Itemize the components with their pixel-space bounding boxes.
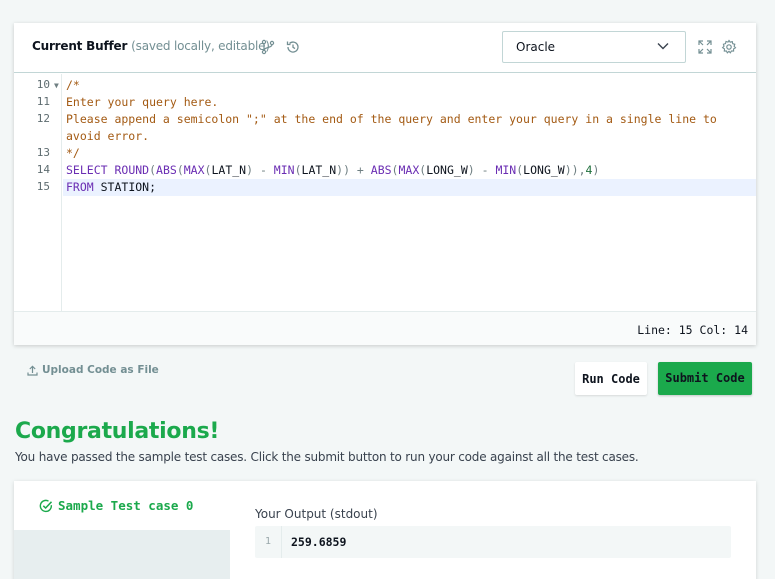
editor-header: Current Buffer (saved locally, editable)… bbox=[14, 23, 756, 73]
code-token: STATION; bbox=[93, 180, 157, 194]
buffer-subtitle: (saved locally, editable) bbox=[131, 39, 270, 53]
output-line-number: 1 bbox=[265, 536, 272, 547]
output-box: 1 259.6859 bbox=[255, 526, 731, 558]
code-token: ( bbox=[294, 163, 302, 177]
output-divider bbox=[281, 526, 282, 558]
run-code-button[interactable]: Run Code bbox=[575, 362, 647, 395]
code-token: ABS bbox=[370, 163, 392, 177]
line-number-gutter: 10 ▼ 11 12 13 14 15 bbox=[14, 74, 62, 311]
output-value: 259.6859 bbox=[291, 535, 347, 549]
history-icon[interactable] bbox=[285, 39, 301, 55]
fullscreen-icon[interactable] bbox=[697, 39, 713, 55]
code-line: /* bbox=[66, 78, 80, 92]
testcase-tabs: Sample Test case 0 bbox=[14, 481, 230, 579]
upload-icon bbox=[27, 364, 38, 376]
cursor-position: Line: 15 Col: 14 bbox=[637, 323, 748, 337]
submit-code-button[interactable]: Submit Code bbox=[658, 362, 752, 395]
language-select[interactable]: Oracle bbox=[502, 31, 686, 63]
result-message: You have passed the sample test cases. C… bbox=[15, 450, 639, 464]
language-select-value: Oracle bbox=[516, 40, 556, 54]
code-token: MIN bbox=[495, 163, 517, 177]
code-area[interactable]: 10 ▼ 11 12 13 14 15 /* Enter your query … bbox=[14, 74, 756, 311]
code-token: )), bbox=[564, 163, 586, 177]
code-line-from: FROM STATION; bbox=[66, 180, 156, 194]
code-token: ) bbox=[592, 163, 600, 177]
check-circle-icon bbox=[39, 499, 53, 512]
upload-code-link[interactable]: Upload Code as File bbox=[27, 364, 159, 376]
code-token: LAT_N bbox=[301, 163, 337, 177]
gear-icon[interactable] bbox=[721, 39, 737, 55]
code-editor-panel: Current Buffer (saved locally, editable)… bbox=[14, 23, 756, 345]
testcase-tab-label: Sample Test case 0 bbox=[39, 498, 193, 513]
line-number: 10 bbox=[36, 78, 50, 91]
editor-status-bar: Line: 15 Col: 14 bbox=[14, 311, 756, 345]
code-token: LONG_W bbox=[523, 163, 565, 177]
line-number: 15 bbox=[36, 180, 50, 193]
git-branch-icon[interactable] bbox=[260, 39, 276, 55]
code-line-select: SELECT ROUND(ABS(MAX(LAT_N) - MIN(LAT_N)… bbox=[66, 163, 599, 177]
code-token: ROUND bbox=[107, 163, 150, 177]
code-token: MIN bbox=[273, 163, 295, 177]
test-results-panel: Sample Test case 0 Your Output (stdout) … bbox=[14, 481, 756, 579]
code-line: Enter your query here. bbox=[66, 95, 219, 109]
testcase-tab-0[interactable]: Sample Test case 0 bbox=[14, 481, 230, 530]
buffer-title-text: Current Buffer bbox=[32, 39, 128, 53]
fold-arrow-icon[interactable]: ▼ bbox=[54, 81, 59, 90]
chevron-down-icon bbox=[657, 43, 669, 50]
code-line: Please append a semicolon ";" at the end… bbox=[66, 112, 717, 126]
code-token: MAX bbox=[183, 163, 205, 177]
code-token: ABS bbox=[156, 163, 177, 177]
code-line: */ bbox=[66, 146, 80, 160]
code-token: ) - bbox=[246, 163, 274, 177]
code-token: ( bbox=[176, 163, 184, 177]
code-token: ) - bbox=[467, 163, 496, 177]
code-token: LAT_N bbox=[211, 163, 247, 177]
code-token: FROM bbox=[66, 180, 94, 194]
upload-code-label: Upload Code as File bbox=[42, 364, 159, 376]
line-number: 13 bbox=[36, 146, 50, 159]
buffer-title: Current Buffer (saved locally, editable) bbox=[32, 39, 270, 53]
code-token: ( bbox=[149, 163, 157, 177]
output-label: Your Output (stdout) bbox=[255, 507, 378, 521]
code-line-wrapped: avoid error. bbox=[66, 129, 150, 143]
line-number: 11 bbox=[36, 95, 50, 108]
code-token: SELECT bbox=[66, 163, 108, 177]
code-token: LONG_W bbox=[426, 163, 468, 177]
code-token: MAX bbox=[398, 163, 420, 177]
code-token: )) + bbox=[336, 163, 371, 177]
line-number: 14 bbox=[36, 163, 50, 176]
active-line-highlight bbox=[63, 179, 756, 196]
line-number: 12 bbox=[36, 112, 50, 125]
result-heading: Congratulations! bbox=[15, 419, 220, 444]
testcase-tab-text: Sample Test case 0 bbox=[58, 498, 194, 513]
